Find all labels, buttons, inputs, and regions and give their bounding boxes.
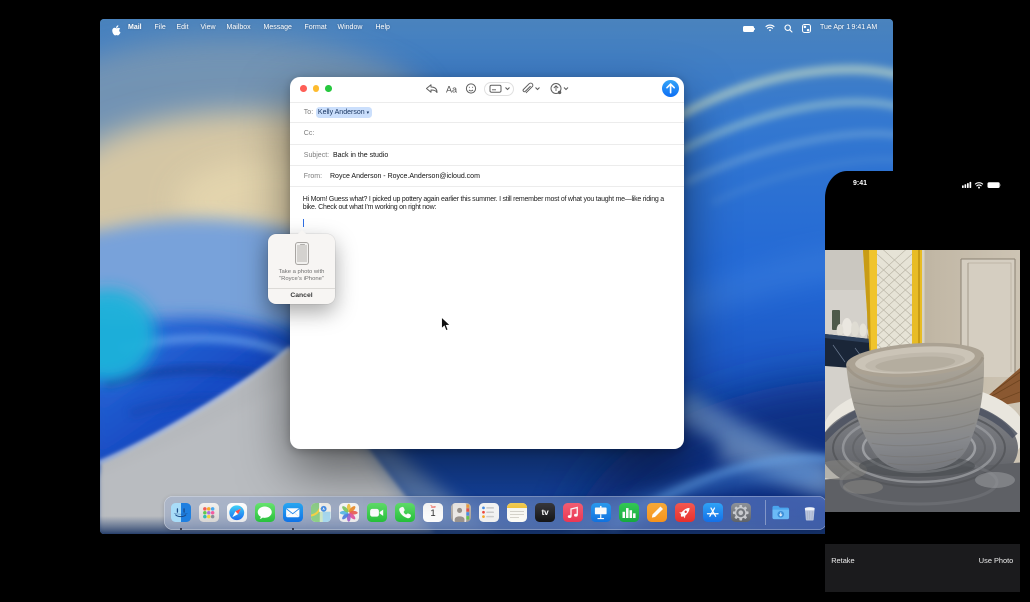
svg-text:Aa: Aa	[446, 85, 457, 95]
